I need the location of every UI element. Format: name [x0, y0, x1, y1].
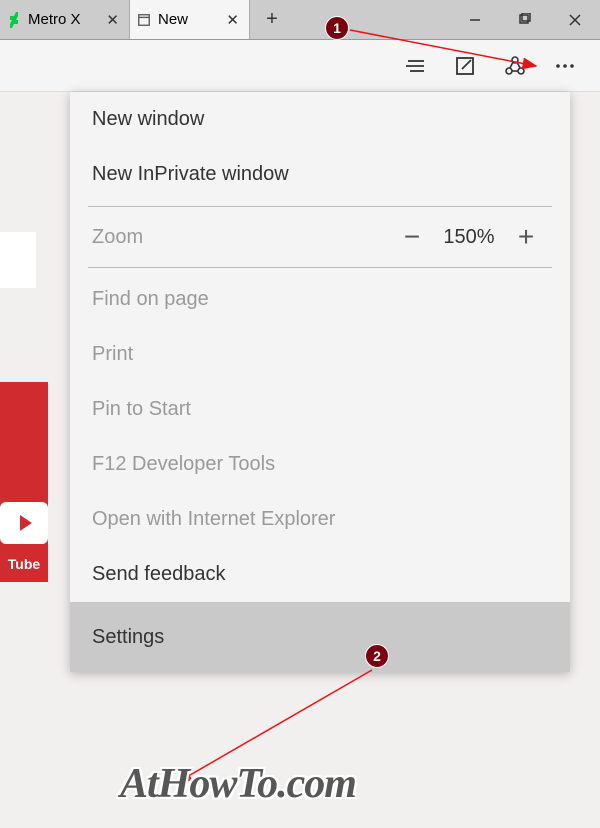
- share-button[interactable]: [490, 40, 540, 92]
- sidebar-tile: Tube: [0, 382, 48, 582]
- menu-find[interactable]: Find on page: [70, 272, 570, 327]
- toolbar: [0, 40, 600, 92]
- title-spacer: [294, 0, 450, 39]
- menu-devtools[interactable]: F12 Developer Tools: [70, 437, 570, 492]
- menu-new-window[interactable]: New window: [70, 92, 570, 147]
- minimize-button[interactable]: [450, 0, 500, 39]
- menu-separator: [88, 206, 552, 207]
- new-tab-button[interactable]: +: [250, 0, 294, 39]
- menu-zoom-row: Zoom − 150% +: [70, 211, 570, 263]
- more-menu: New window New InPrivate window Zoom − 1…: [70, 92, 570, 672]
- web-note-button[interactable]: [440, 40, 490, 92]
- close-icon[interactable]: ✕: [102, 11, 123, 29]
- tab-label: Metro X: [28, 11, 81, 28]
- menu-print[interactable]: Print: [70, 327, 570, 382]
- menu-send-feedback[interactable]: Send feedback: [70, 547, 570, 602]
- watermark-text: AtHowTo.com: [120, 760, 356, 808]
- menu-new-inprivate[interactable]: New InPrivate window: [70, 147, 570, 202]
- maximize-button[interactable]: [500, 0, 550, 39]
- page-icon: [136, 12, 152, 28]
- zoom-out-button[interactable]: −: [390, 221, 434, 253]
- close-window-button[interactable]: [550, 0, 600, 39]
- youtube-label: Tube: [0, 556, 48, 572]
- tab-label: New: [158, 11, 188, 28]
- more-actions-button[interactable]: [540, 40, 590, 92]
- background-stripe: [0, 232, 36, 288]
- close-icon[interactable]: ✕: [222, 11, 243, 29]
- annotation-marker-2: 2: [365, 644, 389, 668]
- tab-new-active[interactable]: New ✕: [130, 0, 250, 39]
- zoom-in-button[interactable]: +: [504, 221, 548, 253]
- tab-metro[interactable]: Metro X ✕: [0, 0, 130, 39]
- title-bar: Metro X ✕ New ✕ +: [0, 0, 600, 40]
- deviantart-icon: [6, 12, 22, 28]
- zoom-value: 150%: [434, 226, 504, 249]
- menu-open-ie[interactable]: Open with Internet Explorer: [70, 492, 570, 547]
- reading-view-button[interactable]: [390, 40, 440, 92]
- menu-pin-start[interactable]: Pin to Start: [70, 382, 570, 437]
- zoom-label: Zoom: [92, 226, 390, 249]
- youtube-icon: [0, 502, 48, 544]
- annotation-marker-1: 1: [325, 16, 349, 40]
- menu-separator: [88, 267, 552, 268]
- menu-settings[interactable]: Settings: [70, 602, 570, 672]
